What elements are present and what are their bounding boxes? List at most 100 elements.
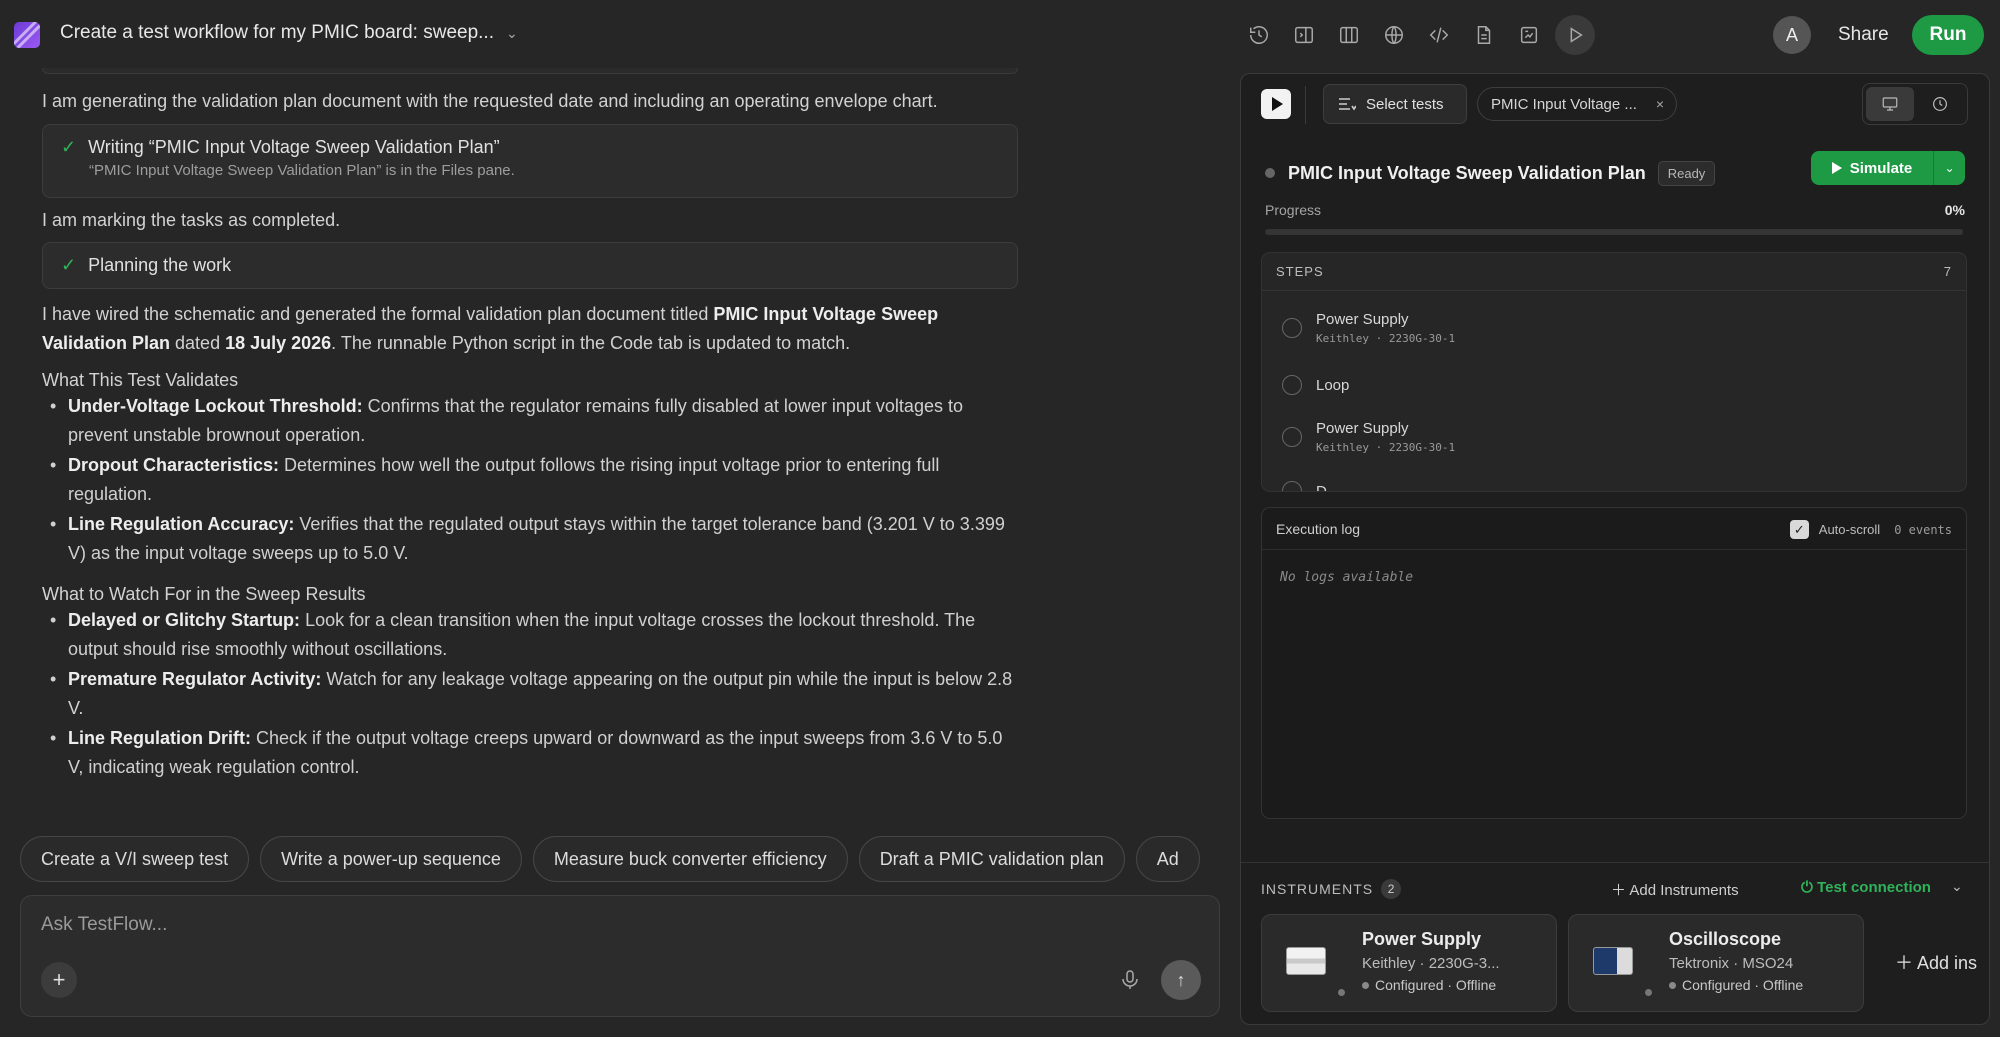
run-tests-play-icon[interactable]: [1261, 89, 1291, 119]
add-instruments-label: Add Instruments: [1629, 882, 1739, 899]
steps-count: 7: [1943, 264, 1952, 279]
instrument-card-oscilloscope[interactable]: Oscilloscope Tektronix · MSO24 Configure…: [1568, 914, 1864, 1012]
step-name: Power Supply: [1316, 420, 1409, 437]
step-item[interactable]: Loop: [1282, 375, 1349, 395]
task-card-writing[interactable]: ✓ Writing “PMIC Input Voltage Sweep Vali…: [42, 124, 1018, 198]
chevron-down-icon[interactable]: ⌄: [1933, 151, 1965, 185]
step-item[interactable]: Power Supply Keithley · 2230G-30-1: [1282, 420, 1455, 454]
autoscroll-toggle[interactable]: ✓ Auto-scroll 0 events: [1789, 520, 1952, 539]
connection-status-dot: [1336, 987, 1347, 998]
globe-icon[interactable]: [1371, 17, 1416, 53]
instrument-card-power-supply[interactable]: Power Supply Keithley · 2230G-3... Confi…: [1261, 914, 1557, 1012]
clock-icon[interactable]: [1916, 87, 1964, 121]
simulate-button[interactable]: Simulate: [1811, 151, 1933, 185]
add-instruments-button[interactable]: ＋ Add Instruments: [1611, 879, 1739, 900]
share-button[interactable]: Share: [1838, 24, 1889, 46]
list-item: Line Regulation Accuracy: Verifies that …: [42, 510, 1022, 568]
step-status-ring: [1282, 427, 1302, 447]
task-title: Writing “PMIC Input Voltage Sweep Valida…: [88, 137, 500, 157]
select-tests-button[interactable]: Select tests: [1323, 84, 1467, 124]
chat-input[interactable]: [41, 910, 1141, 940]
suggestion-chip[interactable]: Create a V/I sweep test: [20, 836, 250, 882]
divider: [1305, 86, 1306, 124]
send-button[interactable]: ↑: [1161, 960, 1201, 1000]
step-name: Loop: [1316, 376, 1350, 394]
chat-thread: I am generating the validation plan docu…: [0, 68, 1240, 810]
step-instrument: Keithley · 2230G-30-1: [1316, 332, 1456, 345]
microphone-icon[interactable]: [1117, 967, 1143, 993]
log-header: Execution log ✓ Auto-scroll 0 events: [1262, 508, 1966, 550]
assistant-message-2: I am marking the tasks as completed.: [42, 210, 341, 230]
message-composer: + ↑: [20, 895, 1220, 1017]
panel-right-icon[interactable]: [1281, 17, 1326, 53]
instrument-model: Keithley · 2230G-3...: [1362, 955, 1500, 972]
step-status-ring: [1282, 318, 1302, 338]
workflow-title-dropdown[interactable]: Create a test workflow for my PMIC board…: [60, 22, 518, 44]
oscilloscope-image: [1593, 947, 1633, 975]
report-icon[interactable]: [1506, 17, 1551, 53]
checkbox-checked-icon[interactable]: ✓: [1789, 520, 1809, 539]
task-card-planning[interactable]: ✓ Planning the work: [42, 242, 1018, 289]
connection-status-dot: [1643, 987, 1654, 998]
list-item: Delayed or Glitchy Startup: Look for a c…: [42, 606, 1022, 664]
list-item-title: Dropout Characteristics:: [68, 455, 280, 475]
play-icon[interactable]: [1555, 15, 1595, 55]
add-attachment-button[interactable]: +: [41, 962, 77, 998]
list-item: Premature Regulator Activity: Watch for …: [42, 665, 1022, 723]
suggestion-chip[interactable]: Draft a PMIC validation plan: [858, 836, 1125, 882]
app-logo[interactable]: [14, 22, 40, 48]
log-title: Execution log: [1276, 520, 1361, 537]
simulate-button-group: Simulate ⌄: [1811, 151, 1965, 185]
status-dot: [1669, 981, 1676, 989]
chevron-down-icon: ⌄: [506, 24, 518, 41]
monitor-icon[interactable]: [1866, 87, 1914, 121]
divider: [1241, 862, 1989, 863]
top-bar: Create a test workflow for my PMIC board…: [0, 0, 2000, 70]
status-badge: Ready: [1657, 160, 1716, 186]
close-icon[interactable]: ×: [1656, 96, 1664, 112]
assistant-message-3: I have wired the schematic and generated…: [42, 300, 1012, 358]
test-connection-button[interactable]: ⏻ Test connection: [1801, 879, 1931, 896]
suggestion-chips: Create a V/I sweep test Write a power-up…: [20, 836, 1220, 884]
empty-log-text: No logs available: [1280, 570, 1414, 585]
instruments-header: INSTRUMENTS 2 ＋ Add Instruments ⏻ Test c…: [1261, 876, 1963, 902]
document-icon[interactable]: [1461, 17, 1506, 53]
instruments-label: INSTRUMENTS: [1261, 881, 1374, 897]
step-status-ring: [1282, 481, 1302, 491]
progress-bar: [1265, 229, 1963, 235]
suggestion-chip[interactable]: Ad: [1135, 836, 1200, 882]
panel-toolbar: Select tests PMIC Input Voltage ... ×: [1241, 74, 1989, 136]
code-icon[interactable]: [1416, 17, 1461, 53]
check-icon: ✓: [61, 137, 77, 157]
list-item-title: Line Regulation Drift:: [68, 728, 251, 748]
avatar[interactable]: A: [1773, 16, 1811, 54]
status-dot: [1265, 168, 1275, 178]
instrument-status: Configured · Offline: [1362, 977, 1496, 993]
assistant-message-1: I am generating the validation plan docu…: [42, 91, 938, 111]
selected-test-chip[interactable]: PMIC Input Voltage ... ×: [1477, 87, 1677, 121]
test-runner-panel: Select tests PMIC Input Voltage ... × PM…: [1240, 73, 1990, 1025]
step-item[interactable]: Power Supply Keithley · 2230G-30-1: [1282, 311, 1455, 345]
select-tests-label: Select tests: [1366, 95, 1444, 113]
history-icon[interactable]: [1236, 17, 1281, 53]
autoscroll-label: Auto-scroll: [1818, 522, 1881, 537]
suggestion-chip[interactable]: Write a power-up sequence: [260, 836, 522, 882]
columns-icon[interactable]: [1326, 17, 1371, 53]
suggestion-chip[interactable]: Measure buck converter efficiency: [532, 836, 848, 882]
status-dot: [1362, 981, 1369, 989]
list-item-title: Line Regulation Accuracy:: [68, 514, 295, 534]
run-button[interactable]: Run: [1912, 15, 1984, 55]
steps-list: STEPS 7 Power Supply Keithley · 2230G-30-…: [1261, 252, 1967, 492]
list-item-title: Premature Regulator Activity:: [68, 669, 322, 689]
validates-list: Under-Voltage Lockout Threshold: Confirm…: [42, 392, 1022, 569]
progress-value: 0%: [1944, 202, 1965, 218]
plan-date: 18 July 2026: [225, 333, 332, 353]
instruments-count: 2: [1381, 879, 1402, 899]
step-item[interactable]: D...: [1282, 481, 1339, 491]
chevron-down-icon[interactable]: ⌄: [1951, 878, 1963, 895]
list-item: Under-Voltage Lockout Threshold: Confirm…: [42, 392, 1022, 450]
view-toggle: [1862, 83, 1968, 125]
add-instrument-button[interactable]: ＋ Add ins: [1895, 949, 1977, 975]
instrument-status: Configured · Offline: [1669, 977, 1803, 993]
plus-icon: ＋: [1611, 882, 1627, 899]
